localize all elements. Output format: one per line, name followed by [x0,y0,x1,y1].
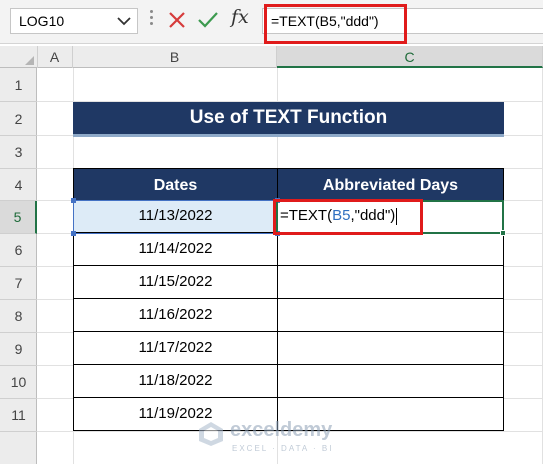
cell-c6[interactable] [277,233,504,266]
cell-c7[interactable] [277,266,504,299]
row-header-1[interactable]: 1 [0,68,37,102]
name-box[interactable]: LOG10 [10,8,138,34]
row-header-2[interactable]: 2 [0,102,37,136]
row-header-9[interactable]: 9 [0,333,37,366]
row-header-6[interactable]: 6 [0,234,37,267]
name-box-value: LOG10 [19,13,65,29]
row-header-8[interactable]: 8 [0,300,37,333]
column-header-row: A B C [0,46,543,68]
row-header-4[interactable]: 4 [0,169,37,201]
watermark: exceldemy EXCEL · DATA · BI [198,419,358,459]
cell-b8[interactable]: 11/16/2022 [73,299,278,332]
watermark-tagline: EXCEL · DATA · BI [232,444,334,453]
fill-handle[interactable] [500,230,506,236]
ref-handle[interactable] [71,198,76,203]
reference-highlight-b5 [71,198,280,236]
row-header-7[interactable]: 7 [0,267,37,300]
row-header-3[interactable]: 3 [0,136,37,169]
chevron-down-icon[interactable] [115,13,133,29]
cell-b6[interactable]: 11/14/2022 [73,233,278,266]
table-header-abbreviated-days[interactable]: Abbreviated Days [277,168,504,201]
row-header-11[interactable]: 11 [0,399,37,432]
select-all-icon [25,56,34,65]
enter-icon[interactable] [196,9,220,31]
cell-c8[interactable] [277,299,504,332]
table-header-dates[interactable]: Dates [73,168,278,201]
cancel-icon[interactable] [166,9,188,31]
select-all-button[interactable] [0,46,38,68]
watermark-name: exceldemy [230,419,333,441]
row-header-column: 1 2 3 4 5 6 7 8 9 10 11 [0,68,37,464]
sheet-title[interactable]: Use of TEXT Function [73,102,504,134]
cell-b7[interactable]: 11/15/2022 [73,266,278,299]
row-header-5[interactable]: 5 [0,201,37,234]
formula-bar-grip[interactable] [150,10,153,32]
column-header-b[interactable]: B [73,46,277,68]
formula-highlight-box [264,4,407,44]
title-underline [73,134,504,137]
ref-handle[interactable] [71,231,76,236]
cell-highlight-box [273,199,423,235]
row-header-10[interactable]: 10 [0,366,37,399]
exceldemy-logo-icon [199,422,223,446]
column-header-a[interactable]: A [37,46,73,68]
cell-c10[interactable] [277,365,504,398]
cell-c9[interactable] [277,332,504,365]
column-header-c[interactable]: C [277,46,543,68]
fx-icon[interactable]: fx [231,6,249,28]
cell-b9[interactable]: 11/17/2022 [73,332,278,365]
cell-b10[interactable]: 11/18/2022 [73,365,278,398]
